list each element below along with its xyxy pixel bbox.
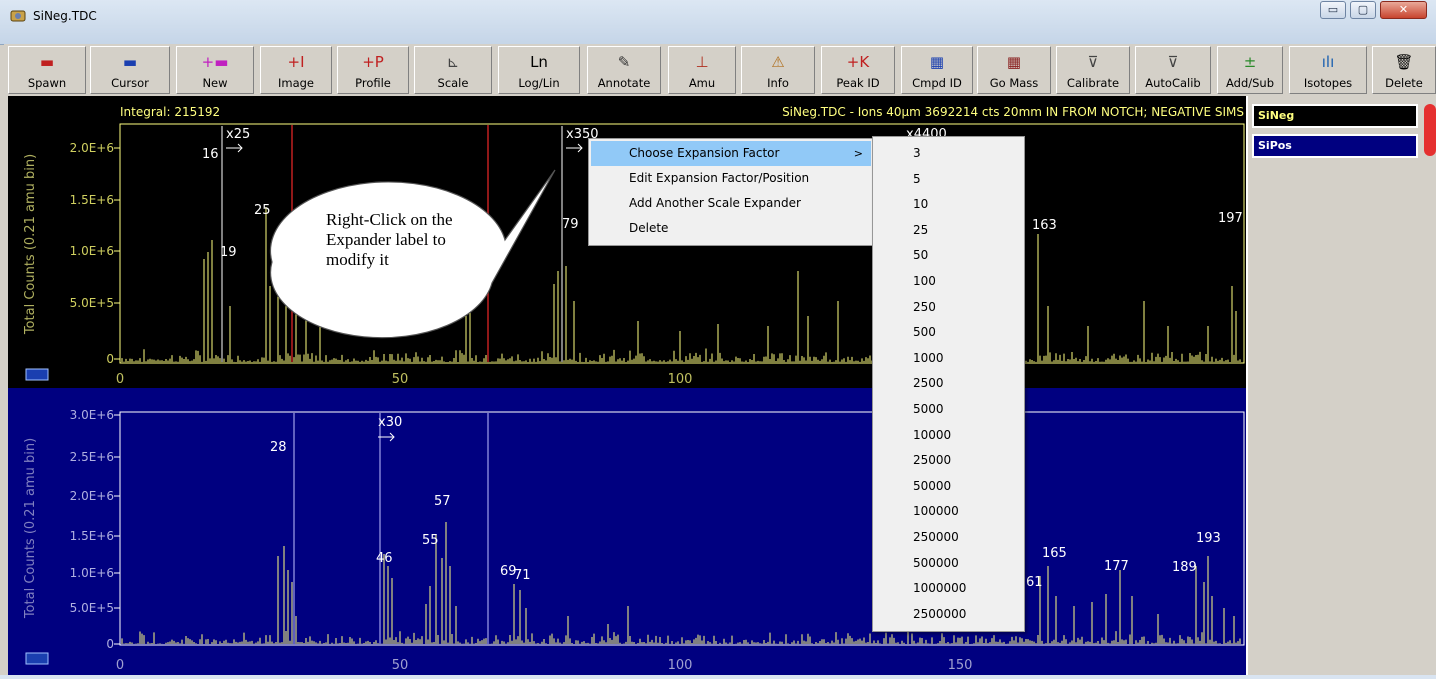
expansion-factor-option[interactable]: 2500000 xyxy=(875,602,1022,628)
submenu-arrow-icon: > xyxy=(853,147,863,160)
expansion-factor-option[interactable]: 250 xyxy=(875,295,1022,321)
menu-item-add-expander[interactable]: Add Another Scale Expander xyxy=(591,191,871,216)
expansion-factor-option[interactable]: 10 xyxy=(875,192,1022,218)
expansion-factor-option[interactable]: 1000000 xyxy=(875,576,1022,602)
expansion-factor-option[interactable]: 3 xyxy=(875,141,1022,167)
context-menu: Choose Expansion Factor > Edit Expansion … xyxy=(588,138,874,246)
menu-item-edit-expansion[interactable]: Edit Expansion Factor/Position xyxy=(591,166,871,191)
expansion-factor-option[interactable]: 50 xyxy=(875,243,1022,269)
callout-text: Right-Click on the Expander label to mod… xyxy=(326,210,453,269)
expansion-factor-option[interactable]: 25 xyxy=(875,218,1022,244)
expansion-factor-option[interactable]: 1000 xyxy=(875,346,1022,372)
menu-item-label: Choose Expansion Factor xyxy=(629,146,780,160)
callout-layer xyxy=(269,169,556,339)
expansion-factor-option[interactable]: 50000 xyxy=(875,474,1022,500)
expansion-factor-option[interactable]: 250000 xyxy=(875,525,1022,551)
expansion-factor-option[interactable]: 5 xyxy=(875,167,1022,193)
expansion-factor-option[interactable]: 25000 xyxy=(875,448,1022,474)
expansion-factor-option[interactable]: 500000 xyxy=(875,551,1022,577)
app-window: SiNeg.TDC ▭ ▢ ✕ ▬ Spawn ▬ Cursor +▬ New +I Imag… xyxy=(0,0,1436,675)
expansion-factor-option[interactable]: 10000 xyxy=(875,423,1022,449)
expansion-factor-option[interactable]: 100 xyxy=(875,269,1022,295)
expansion-factor-option[interactable]: 100000 xyxy=(875,499,1022,525)
menu-item-delete[interactable]: Delete xyxy=(591,216,871,241)
expansion-factor-option[interactable]: 5000 xyxy=(875,397,1022,423)
expansion-factor-submenu: 3 5 10 25 50 100 250 500 1000 2500 5000 10000 25000 5… xyxy=(872,136,1025,632)
expansion-factor-option[interactable]: 500 xyxy=(875,320,1022,346)
menu-item-choose-expansion[interactable]: Choose Expansion Factor > xyxy=(591,141,871,166)
expansion-factor-option[interactable]: 2500 xyxy=(875,371,1022,397)
